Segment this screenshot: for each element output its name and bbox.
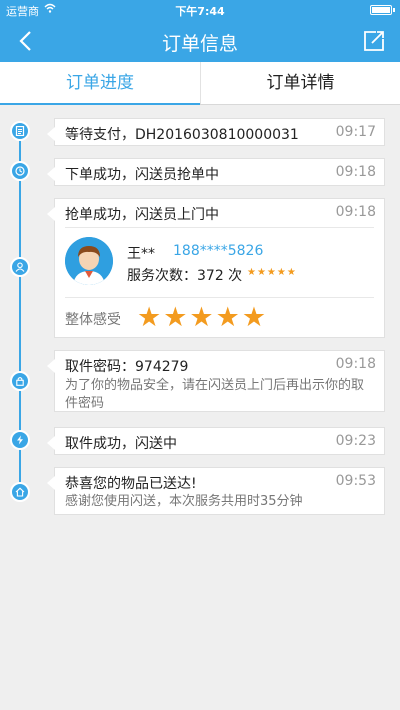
timeline-title: 恭喜您的物品已送达! [65,476,197,492]
document-icon [10,121,30,141]
share-icon [364,31,384,51]
timeline-item: 等待支付，DH2016030810000031 09:17 [47,118,385,146]
timeline-time: 09:18 [335,204,376,220]
service-count-value: 372 次 [197,268,243,284]
timeline-title: 下单成功，闪送员抢单中 [65,167,219,183]
avatar[interactable] [65,237,113,285]
timeline-time: 09:18 [335,356,376,372]
timeline-item: 取件密码：974279 09:18 为了你的物品安全，请在闪送员上门后再出示你的… [47,350,385,412]
timeline-time: 09:23 [335,433,376,449]
courier-name: 王** [127,246,155,262]
home-icon [10,482,30,502]
timeline-detail: 感谢您使用闪送，本次服务共用时35分钟 [65,494,303,509]
overall-rating-label: 整体感受 [65,312,121,328]
timeline-title: 抢单成功，闪送员上门中 [65,207,219,223]
tab-order-progress[interactable]: 订单进度 [0,62,200,105]
timeline-time: 09:53 [335,473,376,489]
courier-avatar-icon [65,237,113,285]
timeline-title: 取件成功，闪送中 [65,436,177,452]
lightning-icon [10,430,30,450]
nav-bar: 订单信息 [0,20,400,62]
clock-icon [10,161,30,181]
divider [65,227,374,228]
divider [65,297,374,298]
user-icon [10,257,30,277]
courier-card: 抢单成功，闪送员上门中 09:18 王** 188****5826 服务次数： … [47,198,385,338]
timeline-item: 取件成功，闪送中 09:23 [47,427,385,455]
timeline-title: 等待支付，DH2016030810000031 [65,127,299,143]
timeline-time: 09:17 [335,124,376,140]
timeline-time: 09:18 [335,164,376,180]
timeline-item: 下单成功，闪送员抢单中 09:18 [47,158,385,186]
courier-phone-link[interactable]: 188****5826 [173,243,263,259]
page-title: 订单信息 [161,33,238,55]
tab-bar: 订单进度 订单详情 [0,62,400,105]
courier-star-rating: ★★★★★ [247,267,297,278]
status-time: 下午7:44 [175,5,225,18]
battery-tip-icon [393,8,395,12]
tab-order-details[interactable]: 订单详情 [200,62,400,104]
status-bar: 运营商 下午7:44 [0,0,400,20]
timeline-item: 恭喜您的物品已送达! 09:53 感谢您使用闪送，本次服务共用时35分钟 [47,467,385,515]
timeline-title: 取件密码：974279 [65,359,189,375]
share-button[interactable] [362,29,386,53]
service-count-label: 服务次数： [127,268,197,284]
overall-rating-stars[interactable]: ★★★★★ [137,302,268,333]
timeline-detail: 为了你的物品安全，请在闪送员上门后再出示你的取件密码 [65,378,365,411]
battery-icon [370,5,392,15]
lock-icon [10,371,30,391]
